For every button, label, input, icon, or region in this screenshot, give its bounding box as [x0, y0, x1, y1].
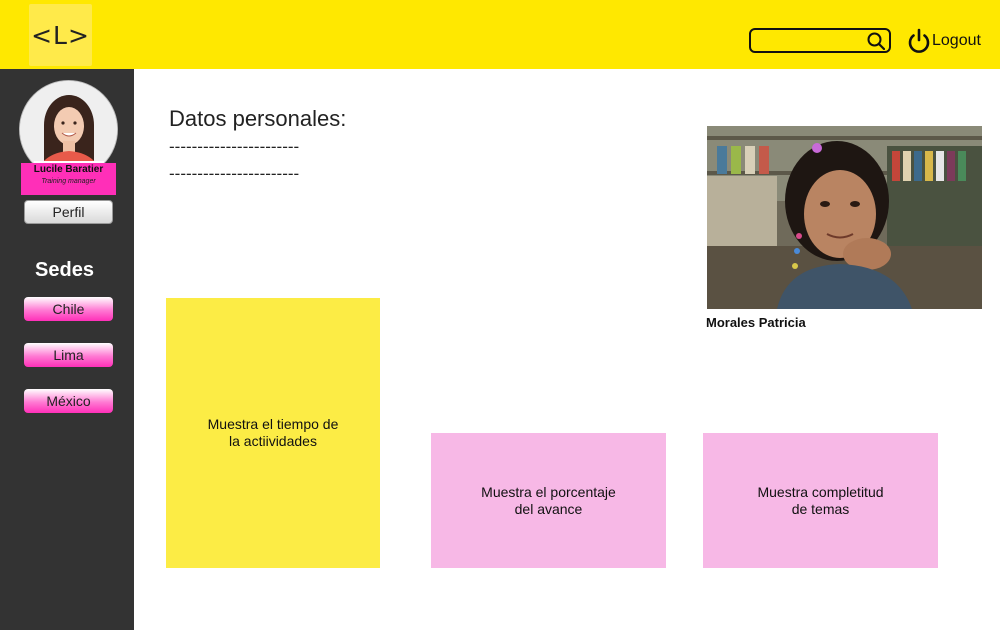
- sede-button-chile[interactable]: Chile: [24, 297, 113, 321]
- info-placeholder-line: -----------------------: [169, 164, 300, 183]
- top-header: <L> Logout: [0, 0, 1000, 69]
- card-tiempo-actividades[interactable]: Muestra el tiempo de la actiividades: [166, 298, 380, 568]
- card-completitud-text: Muestra completitud: [757, 483, 884, 500]
- logout-label: Logout: [932, 32, 981, 49]
- page-title: Datos personales:: [169, 106, 347, 131]
- search-box[interactable]: [749, 28, 891, 53]
- sede-button-mexico[interactable]: México: [24, 389, 113, 413]
- card-porcentaje-text: del avance: [514, 500, 583, 517]
- user-name: Lucile Baratier: [33, 164, 104, 175]
- student-photo-image: [707, 126, 982, 309]
- logout-button[interactable]: Logout: [907, 27, 981, 55]
- card-tiempo-text: Muestra el tiempo de: [207, 416, 339, 432]
- info-placeholder-line: -----------------------: [169, 137, 300, 156]
- power-icon: [908, 28, 930, 53]
- search-input[interactable]: [755, 31, 863, 50]
- card-porcentaje-avance[interactable]: Muestra el porcentaje del avance: [431, 433, 666, 568]
- card-completitud-text: de temas: [791, 500, 850, 517]
- sedes-heading: Sedes: [35, 259, 94, 281]
- card-completitud-temas[interactable]: Muestra completitud de temas: [703, 433, 938, 568]
- student-name: Morales Patricia: [706, 315, 806, 330]
- search-icon[interactable]: [867, 32, 885, 50]
- sidebar: Lucile Baratier Training manager Perfil …: [0, 69, 134, 630]
- app-logo[interactable]: <L>: [29, 4, 92, 66]
- profile-button[interactable]: Perfil: [24, 200, 113, 224]
- user-name-card: Lucile Baratier Training manager: [21, 163, 116, 195]
- sede-button-lima[interactable]: Lima: [24, 343, 113, 367]
- card-porcentaje-text: Muestra el porcentaje: [481, 483, 616, 500]
- student-photo: [707, 126, 982, 309]
- user-role: Training manager: [41, 178, 96, 185]
- card-tiempo-text: la actiividades: [229, 433, 317, 449]
